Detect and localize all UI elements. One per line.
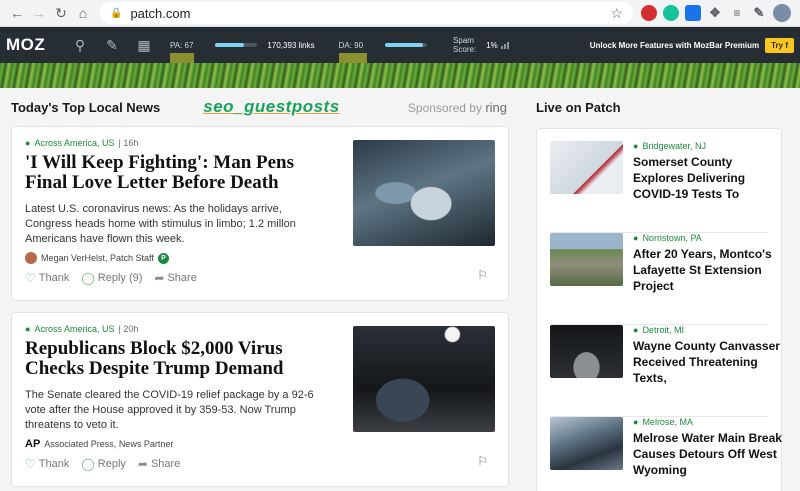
extensions-puzzle-icon[interactable]: ❖ [707, 5, 723, 21]
spam-bars-icon [500, 41, 509, 49]
article-summary: The Senate cleared the COVID-19 relief p… [25, 389, 314, 431]
page-authority: PA: 67 [170, 41, 194, 63]
moz-logo: MOZ [6, 35, 46, 54]
live-item-location[interactable]: ● Norristown, PA [633, 233, 783, 243]
flag-icon[interactable]: ⚐ [477, 454, 488, 468]
forward-icon[interactable]: → [28, 2, 50, 24]
article-author[interactable]: AP Associated Press, News Partner [25, 438, 495, 450]
live-item[interactable]: ● Detroit, MI Wayne County Canvasser Rece… [550, 325, 780, 417]
location-pin-icon: ● [633, 325, 639, 335]
patch-badge: P [157, 252, 169, 264]
keyword-icon[interactable]: ▦ [134, 35, 154, 55]
pa-highlight [170, 52, 194, 63]
article-headline[interactable]: 'I Will Keep Fighting': Man Pens Final L… [25, 153, 335, 193]
article-headline[interactable]: Republicans Block $2,000 Virus Checks De… [25, 339, 335, 379]
live-item-location[interactable]: ● Detroit, MI [633, 325, 783, 335]
unlock-premium-text[interactable]: Unlock More Features with MozBar Premium [590, 41, 759, 50]
live-title: Live on Patch [536, 99, 621, 115]
live-item-headline[interactable]: Somerset County Explores Delivering COVI… [633, 154, 783, 202]
reply-button[interactable]: ◯ Reply [81, 457, 126, 471]
live-item-headline[interactable]: Melrose Water Main Break Causes Detours … [633, 430, 783, 478]
article-author[interactable]: Megan VerHelst, Patch Staff P [25, 252, 495, 264]
location-pin-icon: ● [25, 324, 31, 334]
location-pin-icon: ● [633, 141, 639, 151]
spam-score-label: Spam Score: [453, 36, 477, 54]
address-bar[interactable]: 🔒 patch.com ☆ [100, 2, 633, 24]
bookmark-star-icon[interactable]: ☆ [610, 5, 623, 22]
try-button[interactable]: Try f [765, 37, 794, 53]
profile-avatar[interactable] [773, 4, 791, 22]
back-icon[interactable]: ← [6, 2, 28, 24]
sponsored-by[interactable]: Sponsored by ring [408, 100, 507, 115]
heart-icon: ♡ [25, 271, 36, 285]
reload-icon[interactable]: ↻ [50, 2, 72, 24]
comment-icon: ◯ [81, 457, 95, 471]
url-text: patch.com [130, 5, 191, 21]
da-highlight [338, 52, 367, 63]
live-item[interactable]: ● Norristown, PA After 20 Years, Montco's… [550, 233, 772, 325]
live-item-location[interactable]: ● Melrose, MA [633, 417, 783, 427]
article-summary: Latest U.S. coronavirus news: As the hol… [25, 203, 296, 245]
live-on-patch-column: Live on Patch ● Bridgewater, NJ Somerset … [536, 88, 782, 491]
thank-button[interactable]: ♡ Thank [25, 457, 69, 471]
pen-extension-icon[interactable]: ✎ [751, 5, 767, 21]
location-pin-icon: ● [633, 233, 639, 243]
header-banner-image [0, 63, 800, 88]
links-count: 170,393 links [267, 40, 315, 50]
live-item[interactable]: ● Bridgewater, NJ Somerset County Explore… [550, 141, 768, 233]
reply-button[interactable]: ◯ Reply (9) [81, 271, 142, 285]
article-image[interactable] [353, 140, 495, 246]
author-avatar [25, 252, 37, 264]
live-item-image[interactable] [550, 325, 623, 378]
browser-toolbar: ← → ↻ ⌂ 🔒 patch.com ☆ ❖ ≡ ✎ [0, 0, 800, 27]
heart-icon: ♡ [25, 457, 36, 471]
reading-list-icon[interactable]: ≡ [729, 5, 745, 21]
share-button[interactable]: ➦ Share [154, 271, 196, 285]
spam-score-value: 1% [486, 41, 509, 50]
share-icon: ➦ [137, 457, 148, 471]
da-bar [385, 43, 428, 47]
live-item-location[interactable]: ● Bridgewater, NJ [633, 141, 783, 151]
page-analysis-icon[interactable]: ⚲ [70, 35, 90, 55]
location-pin-icon: ● [25, 138, 31, 148]
live-item-image[interactable] [550, 141, 623, 194]
live-item-image[interactable] [550, 417, 623, 470]
grammarly-extension-icon[interactable] [663, 5, 679, 21]
lock-icon: 🔒 [110, 7, 123, 19]
adblock-extension-icon[interactable] [641, 5, 657, 21]
live-list: ● Bridgewater, NJ Somerset County Explore… [536, 128, 782, 491]
live-item-image[interactable] [550, 233, 623, 286]
live-item-headline[interactable]: After 20 Years, Montco's Lafayette St Ex… [633, 246, 783, 294]
article-image[interactable] [353, 326, 495, 432]
article-card[interactable]: ● Across America, US | 20h Republicans B… [11, 312, 509, 487]
share-button[interactable]: ➦ Share [138, 457, 180, 471]
share-icon: ➦ [154, 271, 165, 285]
flag-icon[interactable]: ⚐ [477, 268, 488, 282]
seo-watermark: seo_guestposts [203, 97, 340, 116]
article-card[interactable]: ● Across America, US | 16h 'I Will Keep … [11, 126, 509, 301]
live-item-headline[interactable]: Wayne County Canvasser Received Threaten… [633, 338, 783, 386]
domain-authority: DA: 90 [338, 41, 367, 63]
comment-icon: ◯ [81, 271, 95, 285]
m-extension-icon[interactable] [685, 5, 701, 21]
location-pin-icon: ● [633, 417, 639, 427]
highlight-pencil-icon[interactable]: ✎ [102, 35, 122, 55]
thank-button[interactable]: ♡ Thank [25, 271, 69, 285]
ap-logo: AP [25, 438, 41, 450]
top-news-title: Today's Top Local News [11, 99, 161, 115]
live-item[interactable]: ● Melrose, MA Melrose Water Main Break Ca… [550, 417, 782, 491]
mozbar: MOZ ⚲ ✎ ▦ PA: 67 170,393 links DA: 90 Sp… [0, 27, 800, 63]
pa-bar [215, 43, 258, 47]
sponsor-logo: ring [485, 99, 507, 115]
top-news-column: Today's Top Local News seo_guestposts Sp… [11, 88, 509, 491]
home-icon[interactable]: ⌂ [72, 2, 94, 24]
